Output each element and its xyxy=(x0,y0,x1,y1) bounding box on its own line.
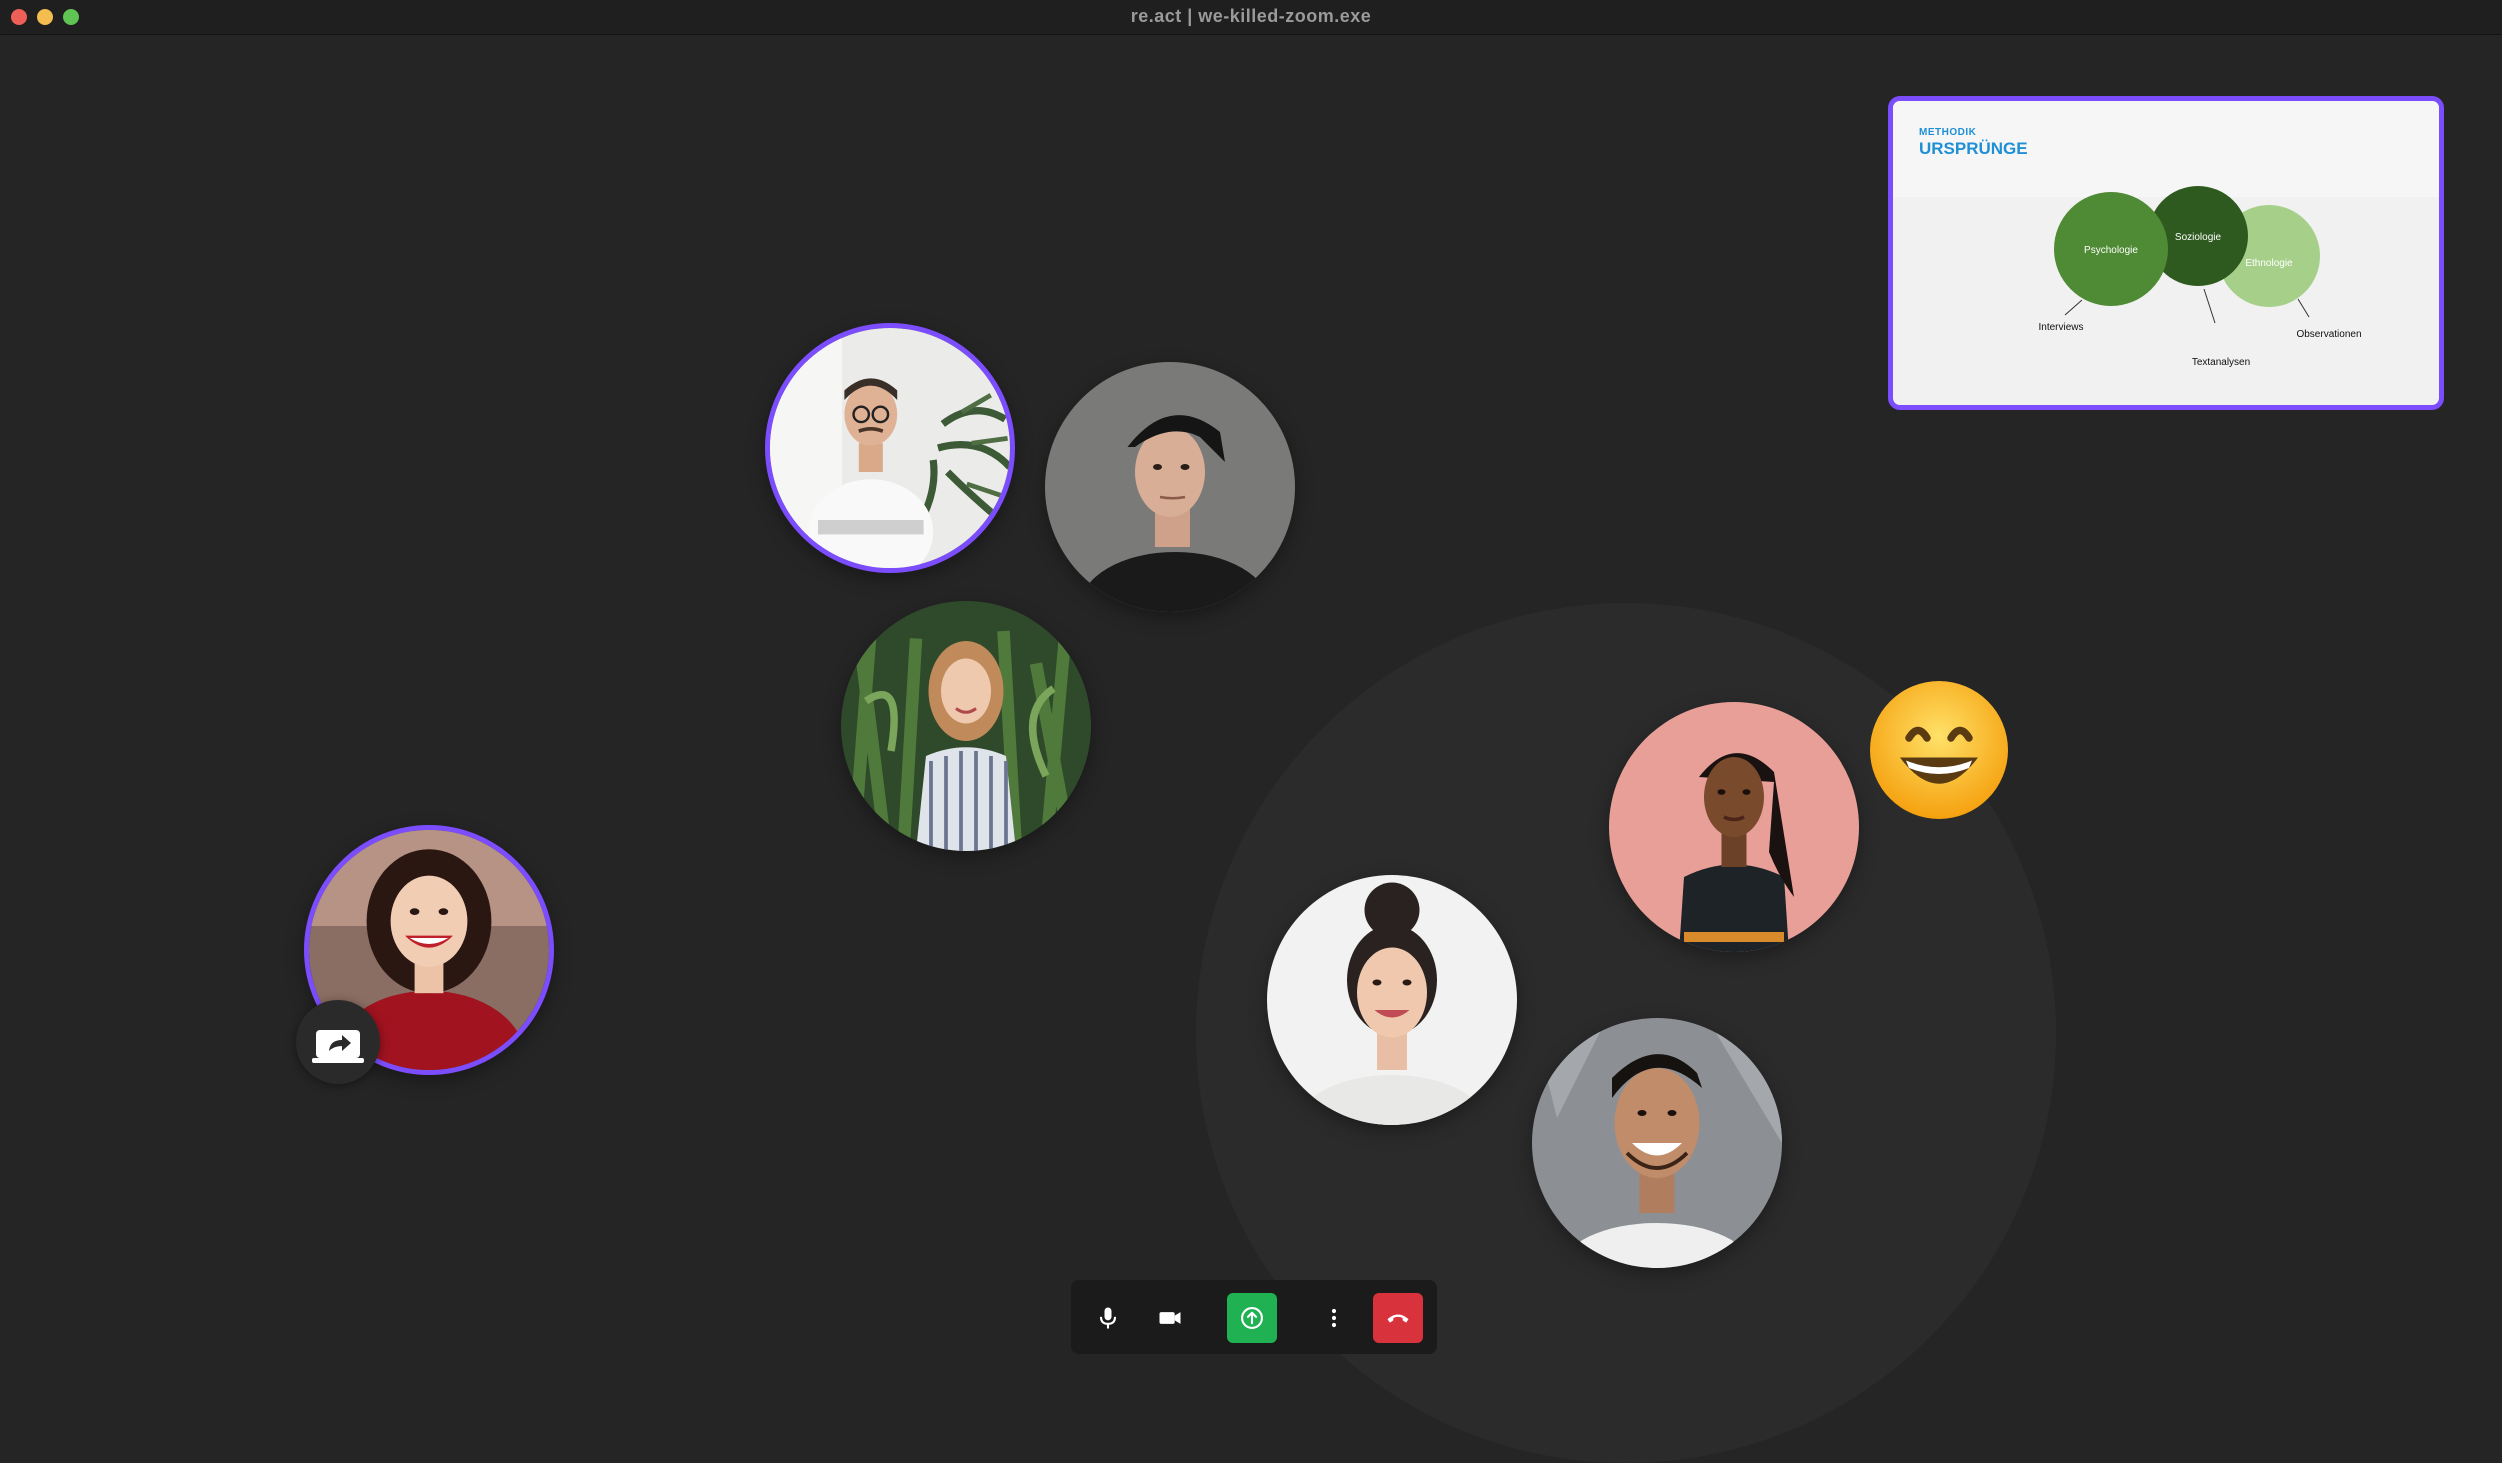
camera-button[interactable] xyxy=(1145,1293,1195,1343)
avatar-photo xyxy=(1609,702,1859,952)
camera-icon xyxy=(1159,1312,1181,1324)
window-title: re.act | we-killed-zoom.exe xyxy=(1130,6,1372,26)
mute-button[interactable] xyxy=(1083,1293,1133,1343)
avatar-photo xyxy=(1045,362,1295,612)
label-observationen: Observationen xyxy=(2296,329,2361,340)
share-screen-icon xyxy=(1241,1307,1263,1329)
participant-woman-pink-bg[interactable] xyxy=(1609,702,1859,952)
share-screen-icon xyxy=(312,1030,364,1063)
leader-interviews xyxy=(2064,299,2083,316)
participant-man-smiling[interactable] xyxy=(1532,1018,1782,1268)
more-vertical-icon xyxy=(1331,1308,1337,1328)
microphone-icon xyxy=(1099,1307,1117,1329)
avatar-photo xyxy=(841,601,1091,851)
window-titlebar: re.act | we-killed-zoom.exe xyxy=(0,0,2502,35)
participant-man-cap[interactable] xyxy=(1045,362,1295,612)
label-psychologie: Psychologie xyxy=(2084,245,2138,256)
label-ethnologie: Ethnologie xyxy=(2245,258,2293,269)
call-controls-bar xyxy=(1071,1280,1437,1354)
leader-textanalysen xyxy=(2203,288,2216,324)
label-soziologie: Soziologie xyxy=(2175,232,2222,243)
label-interviews: Interviews xyxy=(2038,322,2083,333)
grinning-face-icon xyxy=(1870,681,2008,819)
participant-woman-striped-dress[interactable] xyxy=(841,601,1091,851)
avatar-photo xyxy=(1532,1018,1782,1268)
avatar-photo xyxy=(1267,875,1517,1125)
venn-diagram: Psychologie Soziologie Ethnologie Interv… xyxy=(2038,186,2362,368)
label-textanalysen: Textanalysen xyxy=(2192,357,2250,368)
sharing-screen-badge xyxy=(296,1000,380,1084)
reaction-grinning-face xyxy=(1864,675,2014,825)
participant-man-glasses[interactable] xyxy=(765,323,1015,573)
more-options-button[interactable] xyxy=(1309,1293,1359,1343)
leader-observationen xyxy=(2297,298,2310,318)
participant-woman-bun[interactable] xyxy=(1267,875,1517,1125)
avatar-photo xyxy=(770,328,1010,568)
end-call-button[interactable] xyxy=(1373,1293,1423,1343)
shared-screen-preview[interactable]: METHODIK URSPRÜNGE Psychologie Soziologi… xyxy=(1888,96,2444,410)
share-screen-button[interactable] xyxy=(1227,1293,1277,1343)
end-call-icon xyxy=(1387,1314,1409,1323)
